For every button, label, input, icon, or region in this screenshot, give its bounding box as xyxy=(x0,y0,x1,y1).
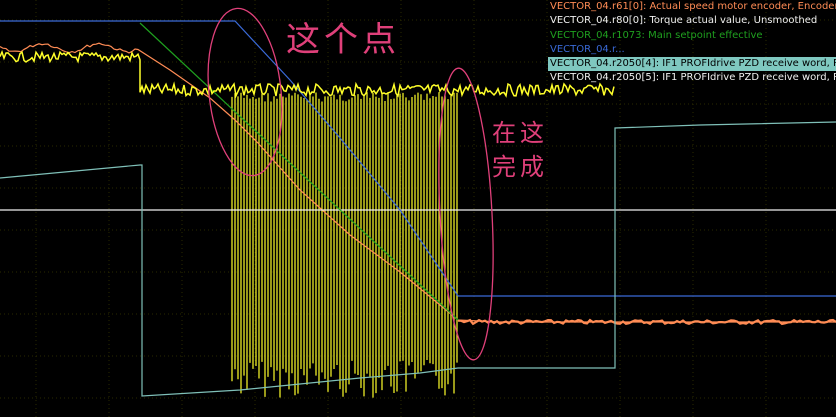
legend-item[interactable]: VECTOR_04.r1073: Main setpoint effective xyxy=(548,29,836,43)
legend-item[interactable]: VECTOR_04.r61[0]: Actual speed motor enc… xyxy=(548,0,836,14)
legend: VECTOR_04.r61[0]: Actual speed motor enc… xyxy=(548,0,836,86)
legend-item[interactable]: VECTOR_04.r... xyxy=(548,43,836,57)
legend-item[interactable]: VECTOR_04.r2050[4]: IF1 PROFIdrive PZD r… xyxy=(548,57,836,72)
legend-item[interactable]: VECTOR_04.r80[0]: Torque actual value, U… xyxy=(548,14,836,28)
trace-scope: VECTOR_04.r61[0]: Actual speed motor enc… xyxy=(0,0,836,417)
legend-item[interactable]: VECTOR_04.r2050[5]: IF1 PROFIdrive PZD r… xyxy=(548,71,836,85)
series-main-setpoint xyxy=(139,22,459,321)
handwritten-note-right: 在这完成 xyxy=(492,119,548,181)
handwritten-note-top: 这个点 xyxy=(286,20,400,60)
